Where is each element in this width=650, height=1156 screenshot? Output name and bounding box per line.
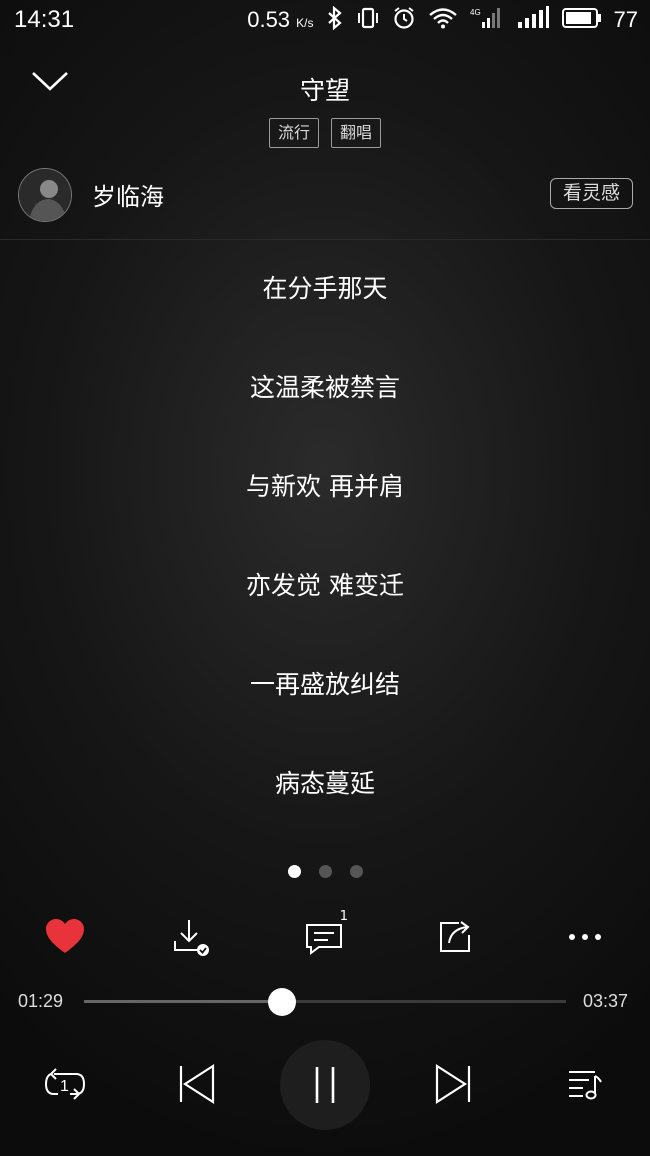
lyric-line: 与新欢 再并肩 [246,472,404,501]
share-icon [440,921,470,952]
pause-icon [315,1067,335,1103]
signal-icon [516,5,550,35]
seek-fill [84,1000,282,1003]
next-button[interactable] [427,1060,483,1108]
comment-button[interactable]: 1 [300,909,350,961]
wifi-icon [428,7,458,34]
more-button[interactable] [560,913,610,961]
total-time: 03:37 [583,991,629,1011]
status-icons: 0.53 K/s 4G 77 [247,5,638,35]
page-dot[interactable] [318,865,332,878]
alarm-icon [392,6,416,35]
artist-name[interactable]: 岁临海 [92,177,164,212]
playlist-button[interactable] [557,1060,613,1108]
more-icon [569,934,601,940]
progress-bar: 01:29 03:37 [0,982,650,1022]
status-bar: 14:31 0.53 K/s 4G 77 [0,0,650,40]
lyric-line: 一再盛放纠结 [249,670,400,699]
player-header: 守望 流行 翻唱 [0,55,650,165]
skip-previous-icon [179,1063,215,1105]
avatar[interactable] [18,168,72,222]
lyric-line: 病态蔓延 [274,769,375,798]
playback-controls: 1 [0,1040,650,1140]
page-dot[interactable] [349,865,363,878]
like-button[interactable] [40,913,90,961]
play-pause-button[interactable] [280,1040,370,1130]
song-tags: 流行 翻唱 [0,118,650,148]
tag-genre[interactable]: 流行 [268,118,319,148]
network-speed: 0.53 K/s [247,7,314,32]
skip-next-icon [435,1063,471,1105]
artist-row: 岁临海 看灵感 [0,165,650,240]
seek-thumb[interactable] [267,988,296,1016]
current-time: 01:29 [18,991,64,1011]
action-bar: 1 [0,905,650,965]
signal-4g-icon: 4G [470,6,504,35]
bluetooth-icon [326,5,344,35]
download-icon [174,920,209,956]
comment-count-badge: 1 [339,909,348,924]
clock: 14:31 [14,6,75,33]
page-dot[interactable] [287,865,301,878]
repeat-one-icon: 1 [44,1068,86,1100]
battery-icon [561,7,602,34]
svg-text:4G: 4G [470,8,481,17]
song-title: 守望 [299,76,350,105]
repeat-one-button[interactable]: 1 [37,1060,93,1108]
playlist-icon [569,1071,602,1100]
tag-cover[interactable]: 翻唱 [331,118,382,148]
heart-icon [46,919,84,953]
page-indicator [0,865,650,878]
previous-button[interactable] [167,1060,223,1108]
svg-text:1: 1 [60,1078,69,1095]
seek-track[interactable] [84,988,566,1016]
battery-level: 77 [613,7,638,32]
inspiration-button[interactable]: 看灵感 [549,178,633,209]
download-button[interactable] [166,913,216,961]
lyric-line: 在分手那天 [262,274,388,303]
lyric-line: 这温柔被禁言 [249,373,400,402]
vibrate-icon [356,7,380,34]
lyric-line: 亦发觉 难变迁 [246,571,404,600]
share-button[interactable] [430,913,480,961]
